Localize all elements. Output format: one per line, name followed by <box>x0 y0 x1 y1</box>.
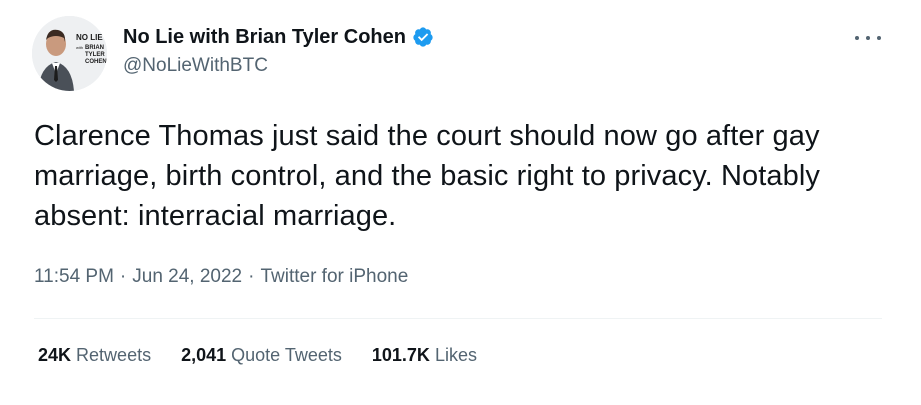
retweets-label: Retweets <box>76 345 152 365</box>
avatar-logo-line-1: NO LIE <box>76 33 103 42</box>
separator: · <box>248 266 255 287</box>
divider <box>34 318 882 319</box>
handle[interactable]: @NoLieWithBTC <box>123 55 434 77</box>
retweets-stat[interactable]: 24K Retweets <box>38 345 151 366</box>
more-options-icon[interactable] <box>855 28 881 48</box>
avatar-image: NO LIE with BRIAN TYLER COHEN <box>32 16 107 91</box>
name-row: No Lie with Brian Tyler Cohen <box>123 24 434 50</box>
avatar-logo-line-5: COHEN <box>85 59 107 65</box>
quote-tweets-label: Quote Tweets <box>231 345 342 365</box>
avatar-logo-line-2: with <box>76 45 83 50</box>
likes-count: 101.7K <box>371 345 430 365</box>
tweet-source[interactable]: Twitter for iPhone <box>260 266 408 287</box>
engagement-stats: 24K Retweets 2,041 Quote Tweets 101.7K L… <box>38 345 477 366</box>
more-dot <box>877 36 881 40</box>
display-name[interactable]: No Lie with Brian Tyler Cohen <box>123 26 406 49</box>
tweet-time[interactable]: 11:54 PM <box>34 266 114 287</box>
avatar[interactable]: NO LIE with BRIAN TYLER COHEN <box>32 16 107 91</box>
avatar-logo-line-4: TYLER <box>85 52 105 58</box>
quote-tweets-count: 2,041 <box>181 345 227 365</box>
retweets-count: 24K <box>38 345 72 365</box>
quote-tweets-stat[interactable]: 2,041 Quote Tweets <box>181 345 342 366</box>
tweet-meta: 11:54 PM · Jun 24, 2022 · Twitter for iPhone <box>34 266 408 288</box>
more-dot <box>855 36 859 40</box>
more-dot <box>866 36 870 40</box>
avatar-logo-line-3: BRIAN <box>85 45 104 51</box>
separator: · <box>119 266 127 287</box>
tweet-date[interactable]: Jun 24, 2022 <box>132 266 242 287</box>
likes-label: Likes <box>434 345 477 365</box>
author-block: No Lie with Brian Tyler Cohen @NoLieWith… <box>123 24 434 77</box>
verified-badge-icon <box>412 26 434 48</box>
likes-stat[interactable]: 101.7K Likes <box>372 345 477 366</box>
tweet-card: NO LIE with BRIAN TYLER COHEN No Lie wit… <box>0 0 921 405</box>
tweet-text: Clarence Thomas just said the court shou… <box>34 120 821 232</box>
